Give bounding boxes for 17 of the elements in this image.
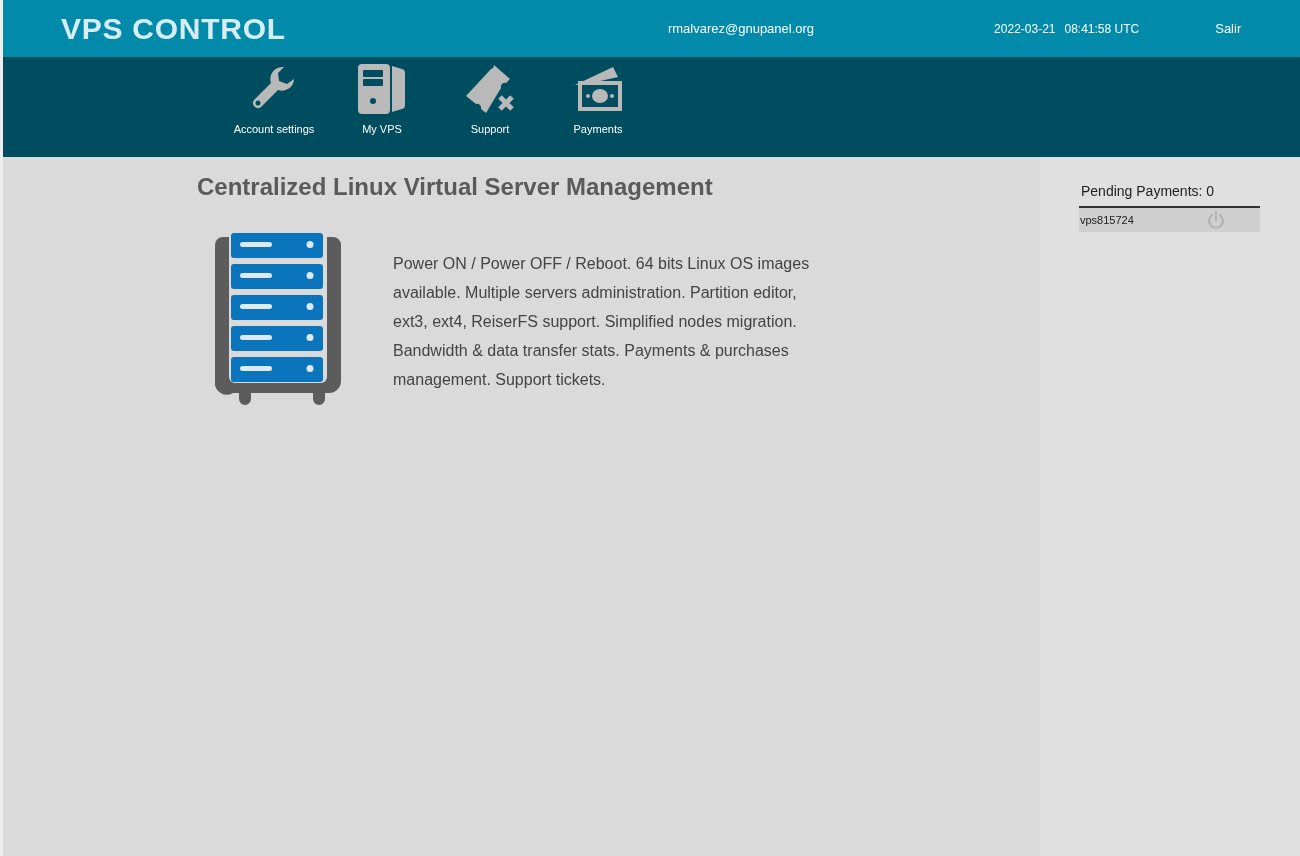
nav-button[interactable]: My VPS — [328, 63, 436, 138]
nav-button[interactable]: Support — [436, 63, 544, 138]
app-title: VPS CONTROL — [61, 11, 286, 47]
page-heading: Centralized Linux Virtual Server Management — [197, 172, 714, 202]
computer-icon — [356, 63, 408, 115]
user-email: rmalvarez@gnupanel.org — [667, 19, 815, 38]
server-rack-icon — [215, 231, 341, 407]
power-icon[interactable] — [1206, 210, 1226, 230]
date-text: 2022-03-21 — [994, 20, 1056, 38]
logout-link[interactable]: Salir — [1215, 18, 1242, 39]
description-text: Power ON / Power OFF / Reboot. 64 bits Linux OS images available. Multiple servers administration. Partition editor, ext3, ext4, ReiserFS support. Simplified nodes migration. Bandwidth & data transfer stats. Payments & purchases management. Support tickets. — [393, 254, 811, 390]
ticket-icon — [464, 63, 516, 115]
server-name: vps815724 — [1080, 212, 1134, 228]
time-text: 08:41:58 UTC — [1064, 20, 1140, 38]
nav-button[interactable]: Payments — [544, 63, 652, 138]
server-row[interactable]: vps815724 — [1079, 208, 1260, 232]
nav-button[interactable]: Account settings — [220, 63, 328, 138]
